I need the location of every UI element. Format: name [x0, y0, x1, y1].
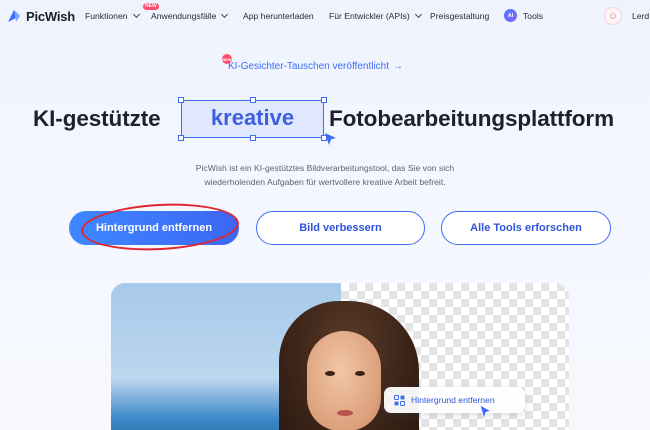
selection-handle — [178, 135, 184, 141]
selection-handle — [250, 135, 256, 141]
red-annotation-circle — [79, 199, 241, 255]
cursor-icon — [325, 133, 336, 145]
explore-tools-button[interactable]: Alle Tools erforschen — [441, 211, 611, 245]
chevron-down-icon — [132, 10, 140, 19]
chevron-down-icon — [221, 10, 229, 19]
headline-right: Fotobearbeitungsplattform — [329, 106, 614, 131]
login-link[interactable]: Lerd — [632, 11, 649, 21]
avatar-icon[interactable]: ☺ — [604, 7, 622, 25]
selection-handle — [321, 97, 327, 103]
selection-handle — [250, 97, 256, 103]
chevron-down-icon — [414, 10, 422, 19]
subtitle-line: PicWish ist ein KI-gestütztes Bildverarb… — [195, 163, 455, 173]
portrait-lips — [337, 410, 353, 416]
nav-item-funktionen[interactable]: Funktionen — [85, 10, 140, 21]
headline-highlight: kreative — [210, 105, 295, 130]
new-badge: NEW — [143, 3, 159, 10]
announcement-link[interactable]: KI-Gesichter-Tauschen veröffentlicht → — [228, 61, 403, 72]
nav-label: Tools — [523, 10, 544, 21]
remove-bg-icon — [394, 394, 405, 406]
logo[interactable]: PicWish — [6, 8, 75, 24]
nav-item-anwendungsfaelle[interactable]: Anwendungsfälle — [151, 10, 229, 21]
headline-highlight-box: kreative — [178, 97, 327, 141]
nav-label: Für Entwickler (APIs) — [329, 11, 410, 21]
announcement-text: KI-Gesichter-Tauschen veröffentlicht — [228, 61, 390, 72]
selection-handle — [178, 97, 184, 103]
nav-label: Preisgestaltung — [430, 11, 490, 21]
nav-label: Funktionen — [85, 11, 128, 21]
portrait-eye — [355, 371, 365, 376]
subtitle: PicWish ist ein KI-gestütztes Bildverarb… — [0, 161, 650, 189]
portrait-eye — [325, 371, 335, 376]
nav-item-tools[interactable]: AI Tools — [504, 9, 543, 22]
nav-item-app-herunterladen[interactable]: App herunterladen — [243, 11, 314, 21]
headline-left: KI-gestützte — [33, 106, 161, 131]
subtitle-line: wiederholenden Aufgaben für wertvollere … — [204, 177, 446, 187]
top-navigation: PicWish Funktionen Anwendungsfälle NEW A… — [0, 0, 650, 34]
logo-text: PicWish — [26, 8, 76, 24]
enhance-image-button[interactable]: Bild verbessern — [256, 211, 425, 245]
cursor-icon — [479, 404, 493, 420]
arrow-right-icon: → — [393, 61, 404, 72]
nav-label: App herunterladen — [243, 11, 314, 21]
nav-label: Anwendungsfälle — [151, 11, 217, 21]
picwish-logo-icon — [8, 10, 20, 22]
nav-item-entwickler[interactable]: Für Entwickler (APIs) — [329, 10, 422, 21]
ai-badge: AI — [504, 9, 517, 22]
nav-item-preisgestaltung[interactable]: Preisgestaltung — [430, 11, 489, 21]
remove-background-tooltip[interactable]: Hintergrund entfernen — [384, 387, 525, 413]
